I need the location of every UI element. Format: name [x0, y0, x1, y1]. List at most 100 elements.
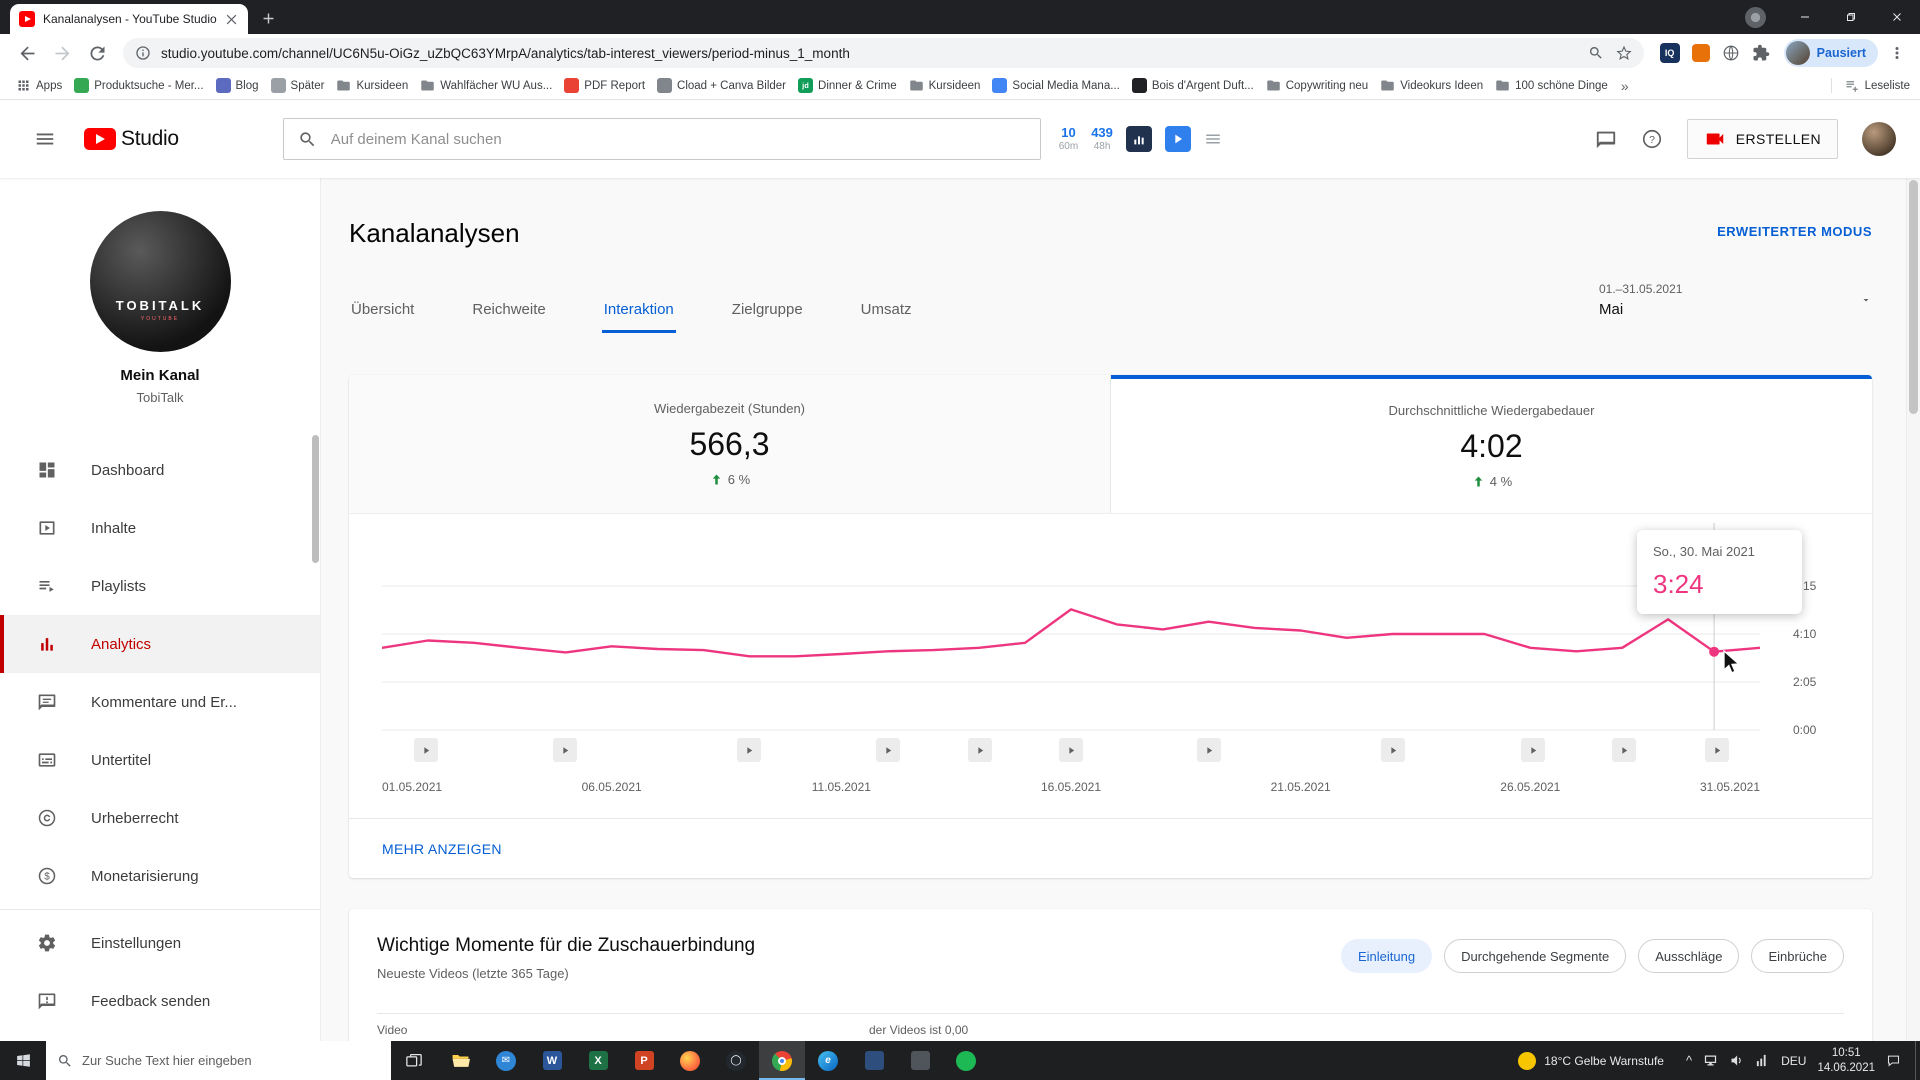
- chip-einleitung[interactable]: Einleitung: [1340, 939, 1433, 973]
- volume-icon[interactable]: [1729, 1053, 1744, 1068]
- search-input[interactable]: [330, 130, 1040, 148]
- show-more-link[interactable]: MEHR ANZEIGEN: [382, 841, 502, 857]
- chip-ausschl-ge[interactable]: Ausschläge: [1638, 939, 1740, 973]
- bookmark-item[interactable]: PDF Report: [558, 74, 651, 98]
- taskbar-app-chrome-icon[interactable]: [759, 1041, 805, 1080]
- site-info-icon[interactable]: [135, 45, 151, 61]
- tab-bersicht[interactable]: Übersicht: [349, 272, 416, 333]
- bookmark-item[interactable]: Kursideen: [330, 74, 414, 98]
- video-marker-icon[interactable]: [1381, 738, 1405, 762]
- browser-menu-icon[interactable]: [1888, 44, 1906, 62]
- menu-hamburger-icon[interactable]: [34, 128, 56, 150]
- scrollbar-thumb[interactable]: [1909, 180, 1918, 414]
- sidebar-item-kommentare-und-er[interactable]: Kommentare und Er...: [0, 673, 320, 731]
- bookmark-item[interactable]: Copywriting neu: [1260, 74, 1374, 98]
- sidebar-item-urheberrecht[interactable]: Urheberrecht: [0, 789, 320, 847]
- tab-zielgruppe[interactable]: Zielgruppe: [730, 272, 805, 333]
- taskbar-search[interactable]: [46, 1041, 391, 1080]
- tab-close-icon[interactable]: [224, 12, 239, 27]
- metric-watch-time[interactable]: Wiedergabezeit (Stunden) 566,3 6 %: [349, 375, 1111, 513]
- create-button[interactable]: ERSTELLEN: [1686, 119, 1838, 159]
- window-restore-button[interactable]: [1828, 0, 1874, 34]
- taskbar-app-app-gray-icon[interactable]: [897, 1041, 943, 1080]
- channel-search-box[interactable]: [282, 118, 1041, 160]
- date-range-picker[interactable]: 01.–31.05.2021 Mai: [1599, 282, 1872, 318]
- video-marker-icon[interactable]: [1059, 738, 1083, 762]
- browser-profile-badge-icon[interactable]: [1745, 6, 1766, 28]
- taskbar-app-app-blue-icon[interactable]: [851, 1041, 897, 1080]
- taskbar-app-spotify-icon[interactable]: [943, 1041, 989, 1080]
- taskbar-app-task-view-icon[interactable]: [391, 1041, 437, 1080]
- language-indicator[interactable]: DEU: [1781, 1054, 1806, 1068]
- sidebar-item-monetarisierung[interactable]: $ Monetarisierung: [0, 847, 320, 905]
- extension-icon[interactable]: [1691, 44, 1710, 62]
- sidebar-scrollbar[interactable]: [312, 435, 319, 563]
- extension-play-icon[interactable]: [1164, 126, 1191, 152]
- reload-button[interactable]: [87, 43, 108, 64]
- window-minimize-button[interactable]: [1782, 0, 1828, 34]
- vidiq-extension-icon[interactable]: IQ: [1659, 43, 1680, 63]
- start-button[interactable]: [0, 1041, 46, 1080]
- feedback-bubble-icon[interactable]: [1595, 128, 1617, 150]
- youtube-studio-logo[interactable]: Studio: [84, 127, 179, 151]
- bookmark-item[interactable]: Bois d'Argent Duft...: [1126, 74, 1260, 98]
- bookmark-item[interactable]: Apps: [10, 74, 68, 98]
- taskbar-clock[interactable]: 10:51 14.06.2021: [1817, 1046, 1875, 1076]
- taskbar-app-excel-icon[interactable]: X: [575, 1041, 621, 1080]
- tab-reichweite[interactable]: Reichweite: [470, 272, 547, 333]
- taskbar-app-word-icon[interactable]: W: [529, 1041, 575, 1080]
- weather-widget[interactable]: 18°C Gelbe Warnstufe: [1506, 1051, 1676, 1070]
- forward-button[interactable]: [52, 43, 73, 64]
- bookmark-item[interactable]: Blog: [210, 74, 265, 98]
- advanced-mode-link[interactable]: ERWEITERTER MODUS: [1717, 224, 1872, 239]
- help-icon[interactable]: ?: [1641, 128, 1663, 150]
- sidebar-item-untertitel[interactable]: Untertitel: [0, 731, 320, 789]
- extension-menu-icon[interactable]: [1204, 130, 1222, 148]
- bookmark-item[interactable]: Social Media Mana...: [986, 74, 1125, 98]
- sidebar-item-analytics[interactable]: Analytics: [0, 615, 320, 673]
- sidebar-item-playlists[interactable]: Playlists: [0, 557, 320, 615]
- video-marker-icon[interactable]: [553, 738, 577, 762]
- action-center-icon[interactable]: [1886, 1053, 1901, 1068]
- reading-list-button[interactable]: Leseliste: [1830, 78, 1910, 93]
- video-marker-icon[interactable]: [1705, 738, 1729, 762]
- account-avatar[interactable]: [1862, 122, 1896, 156]
- taskbar-app-firefox-icon[interactable]: [667, 1041, 713, 1080]
- taskbar-app-mail-icon[interactable]: ✉: [483, 1041, 529, 1080]
- chip-durchgehende-segmente[interactable]: Durchgehende Segmente: [1444, 939, 1627, 973]
- sidebar-item-dashboard[interactable]: Dashboard: [0, 441, 320, 499]
- video-marker-icon[interactable]: [876, 738, 900, 762]
- globe-extension-icon[interactable]: [1722, 44, 1740, 62]
- browser-tab[interactable]: Kanalanalysen - YouTube Studio: [10, 4, 248, 34]
- extensions-puzzle-icon[interactable]: [1752, 44, 1770, 62]
- sidebar-item-feedback-senden[interactable]: Feedback senden: [0, 972, 320, 1030]
- sidebar-item-einstellungen[interactable]: Einstellungen: [0, 914, 320, 972]
- bookmark-item[interactable]: 100 schöne Dinge: [1489, 74, 1614, 98]
- extension-chart-icon[interactable]: [1125, 126, 1152, 152]
- url-field[interactable]: studio.youtube.com/channel/UC6N5u-OiGz_u…: [123, 38, 1644, 68]
- bookmark-item[interactable]: Später: [265, 74, 331, 98]
- bookmark-item[interactable]: Wahlfächer WU Aus...: [414, 74, 558, 98]
- tab-interaktion[interactable]: Interaktion: [601, 272, 676, 333]
- new-tab-button[interactable]: [260, 10, 277, 27]
- bookmark-item[interactable]: Cload + Canva Bilder: [651, 74, 792, 98]
- taskbar-app-file-explorer-icon[interactable]: [437, 1041, 483, 1080]
- taskbar-app-edge-icon[interactable]: e: [805, 1041, 851, 1080]
- video-marker-icon[interactable]: [737, 738, 761, 762]
- bookmarks-overflow-chevron[interactable]: »: [1614, 78, 1636, 94]
- taskbar-search-input[interactable]: [82, 1053, 380, 1068]
- chip-einbr-che[interactable]: Einbrüche: [1751, 939, 1844, 973]
- video-marker-icon[interactable]: [968, 738, 992, 762]
- display-tray-icon[interactable]: [1703, 1053, 1718, 1068]
- zoom-indicator-icon[interactable]: [1588, 45, 1604, 61]
- bookmark-item[interactable]: Produktsuche - Mer...: [68, 74, 209, 98]
- bookmark-star-icon[interactable]: [1616, 45, 1632, 61]
- taskbar-app-obs-icon[interactable]: ◯: [713, 1041, 759, 1080]
- bookmark-item[interactable]: Kursideen: [903, 74, 987, 98]
- channel-avatar[interactable]: TOBITALK YOUTUBE: [89, 211, 231, 352]
- page-scrollbar[interactable]: [1906, 178, 1920, 1041]
- video-marker-icon[interactable]: [1197, 738, 1221, 762]
- show-desktop-button[interactable]: [1915, 1041, 1920, 1080]
- bookmark-item[interactable]: jd Dinner & Crime: [792, 74, 903, 98]
- video-marker-icon[interactable]: [414, 738, 438, 762]
